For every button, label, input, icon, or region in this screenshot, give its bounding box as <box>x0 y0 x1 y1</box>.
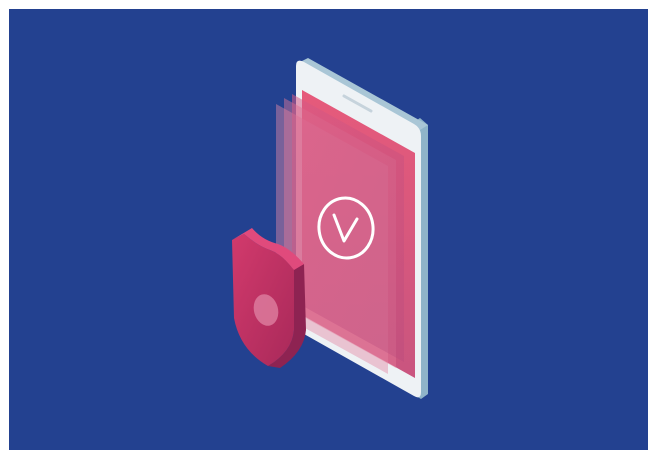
security-illustration <box>0 0 657 459</box>
illustration-canvas <box>0 0 657 459</box>
